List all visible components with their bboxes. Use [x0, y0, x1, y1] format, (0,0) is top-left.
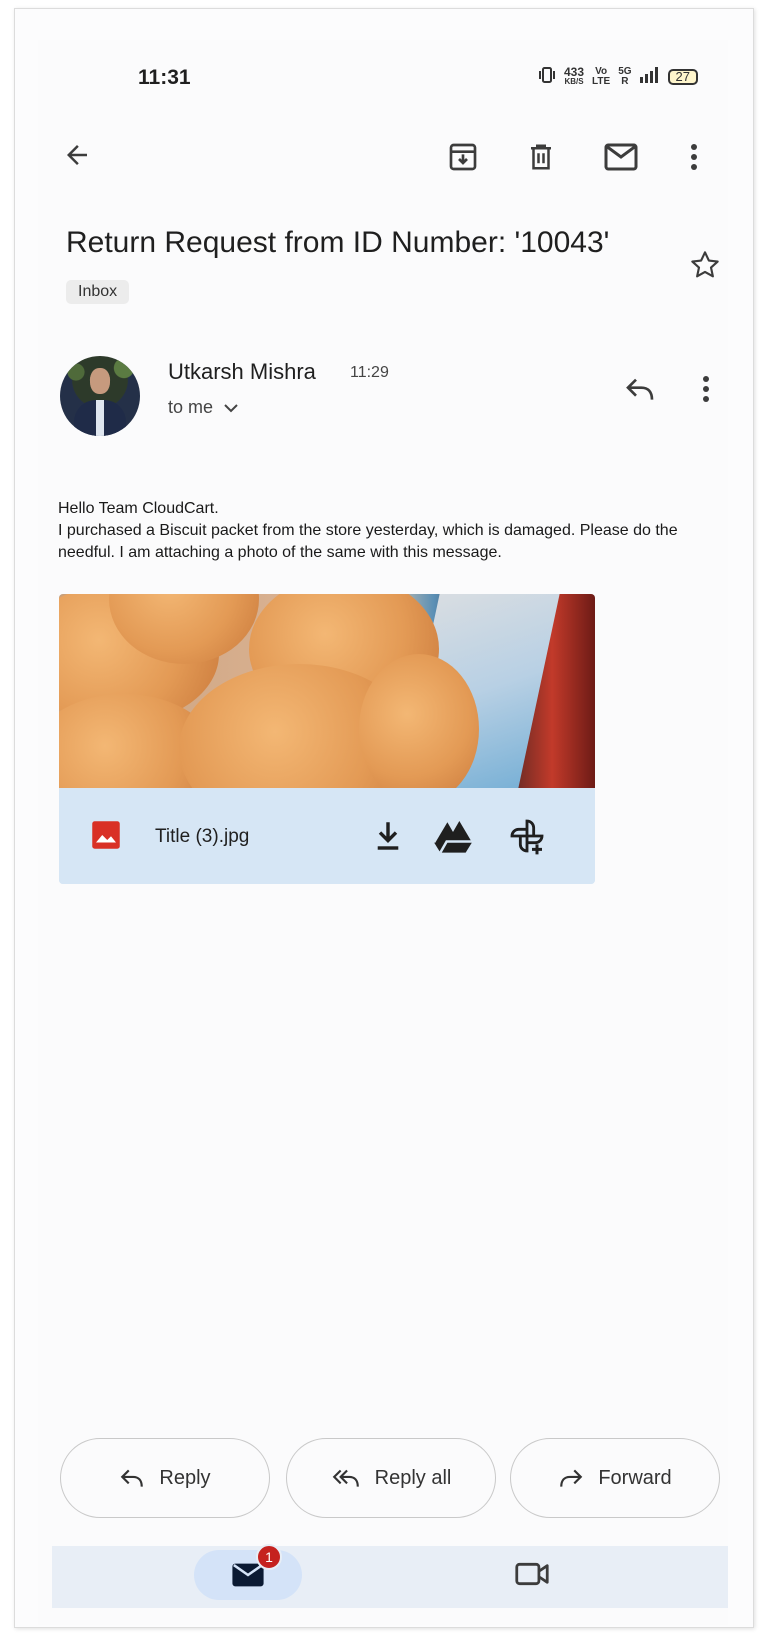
- reply-all-icon: [332, 1469, 359, 1487]
- reply-label: Reply: [159, 1466, 211, 1489]
- reply-button[interactable]: [622, 372, 658, 406]
- nav-mail-tab[interactable]: [194, 1550, 302, 1600]
- forward-label: Forward: [598, 1466, 672, 1489]
- roaming-indicator: R: [621, 75, 629, 87]
- battery-indicator: 27: [667, 68, 698, 85]
- delete-button[interactable]: [524, 140, 558, 174]
- body-line: Hello Team CloudCart.: [58, 500, 219, 517]
- arrow-left-icon: [67, 145, 87, 165]
- nav-meet-tab[interactable]: [514, 1560, 550, 1593]
- volte-bottom: LTE: [592, 75, 611, 87]
- volte-top: Vo: [595, 65, 608, 77]
- video-camera-icon: [515, 1562, 549, 1586]
- reply-pill-button[interactable]: Reply: [60, 1438, 270, 1518]
- forward-icon: [560, 1469, 583, 1487]
- star-icon: [691, 251, 719, 278]
- bottom-navigation: 1: [52, 1544, 728, 1608]
- sender-name: Utkarsh Mishra: [168, 359, 316, 384]
- reply-icon: [121, 1469, 144, 1487]
- mail-icon: [604, 143, 638, 171]
- reply-all-label: Reply all: [374, 1466, 452, 1489]
- network-indicator: 5G R: [618, 65, 632, 87]
- mark-unread-button[interactable]: [602, 140, 640, 174]
- message-more-button[interactable]: [696, 372, 716, 406]
- message-time: 11:29: [350, 364, 389, 381]
- network-type: 5G: [618, 65, 632, 77]
- speed-unit: KB/S: [564, 76, 584, 86]
- unread-badge: 1: [256, 1544, 282, 1570]
- chevron-down-icon: [224, 403, 238, 412]
- more-options-button[interactable]: [684, 140, 704, 174]
- add-to-photos-button[interactable]: [505, 814, 549, 858]
- email-subject: Return Request from ID Number: '10043': [66, 226, 610, 259]
- save-to-drive-button[interactable]: [433, 816, 473, 856]
- volte-indicator: Vo LTE: [592, 65, 611, 87]
- back-button[interactable]: [60, 138, 94, 172]
- image-file-icon: [92, 821, 120, 849]
- status-time: 11:31: [138, 66, 191, 89]
- vibrate-icon: [538, 66, 556, 87]
- reply-icon: [626, 378, 654, 400]
- archive-icon: [449, 143, 477, 171]
- status-icons: 433 KB/S Vo LTE 5G R 27: [538, 66, 698, 87]
- trash-icon: [531, 144, 551, 170]
- email-body: Hello Team CloudCart. I purchased a Bisc…: [58, 498, 718, 564]
- download-icon: [377, 822, 399, 850]
- body-line: I purchased a Biscuit packet from the st…: [58, 522, 678, 561]
- signal-icon: [639, 67, 660, 86]
- speed-value: 433: [564, 64, 585, 79]
- download-button[interactable]: [371, 816, 405, 856]
- network-speed: 433 KB/S: [564, 64, 585, 87]
- forward-button[interactable]: Forward: [510, 1438, 720, 1518]
- attachment-bar: Title (3).jpg: [59, 788, 595, 884]
- reply-all-button[interactable]: Reply all: [286, 1438, 496, 1518]
- attachment-preview[interactable]: [59, 594, 595, 788]
- recipient-label: to me: [168, 397, 214, 417]
- add-to-photos-icon: [510, 819, 544, 855]
- archive-button[interactable]: [446, 140, 480, 174]
- attachment-filename: Title (3).jpg: [155, 826, 250, 847]
- attachment-card[interactable]: Title (3).jpg: [59, 594, 595, 884]
- recipient-toggle[interactable]: to me: [168, 397, 239, 418]
- avatar[interactable]: [60, 356, 140, 436]
- star-button[interactable]: [688, 248, 722, 282]
- more-vert-icon: [691, 144, 697, 170]
- label-chip[interactable]: Inbox: [66, 280, 130, 304]
- more-vert-icon: [703, 376, 709, 402]
- drive-icon: [434, 820, 472, 853]
